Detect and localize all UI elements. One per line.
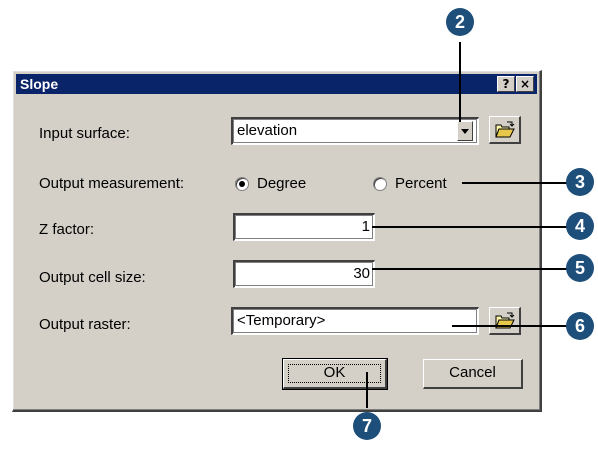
output-measurement-label: Output measurement: [39, 175, 185, 192]
input-surface-dropdown[interactable]: elevation [231, 117, 479, 145]
callout-3: 3 [566, 168, 594, 196]
degree-radio[interactable] [235, 177, 249, 191]
output-raster-label: Output raster: [39, 316, 131, 333]
help-button[interactable]: ? [497, 76, 515, 92]
cancel-label: Cancel [449, 364, 496, 381]
open-folder-button[interactable] [489, 116, 521, 144]
output-raster-folder-button[interactable] [489, 307, 521, 335]
percent-radio[interactable] [373, 177, 387, 191]
slope-dialog: Slope ? × Input surface: elevation Outpu… [12, 70, 542, 412]
output-raster-input[interactable]: <Temporary> [231, 307, 479, 335]
callout-6: 6 [566, 312, 594, 340]
callout-5: 5 [566, 254, 594, 282]
callout-7: 7 [353, 412, 381, 440]
percent-label[interactable]: Percent [395, 175, 447, 192]
callout-4: 4 [566, 212, 594, 240]
callout-7-leader [366, 372, 368, 408]
z-factor-label: Z factor: [39, 221, 95, 238]
folder-open-icon [495, 121, 515, 138]
callout-6-leader [452, 325, 578, 327]
cell-size-input[interactable]: 30 [233, 260, 375, 288]
close-button[interactable]: × [516, 76, 534, 92]
folder-open-icon [495, 312, 515, 329]
callout-4-leader [372, 226, 578, 228]
callout-2-leader [459, 42, 461, 122]
degree-label[interactable]: Degree [257, 175, 306, 192]
callout-3-leader [462, 182, 578, 184]
cell-size-label: Output cell size: [39, 269, 146, 286]
input-surface-value: elevation [237, 122, 298, 139]
input-surface-label: Input surface: [39, 125, 130, 142]
cancel-button[interactable]: Cancel [423, 359, 523, 389]
z-factor-input[interactable]: 1 [233, 213, 375, 241]
dialog-title: Slope [20, 76, 59, 92]
callout-5-leader [372, 268, 578, 270]
ok-button[interactable]: OK [282, 358, 388, 390]
callout-2: 2 [446, 8, 474, 36]
chevron-down-icon[interactable] [457, 121, 473, 141]
